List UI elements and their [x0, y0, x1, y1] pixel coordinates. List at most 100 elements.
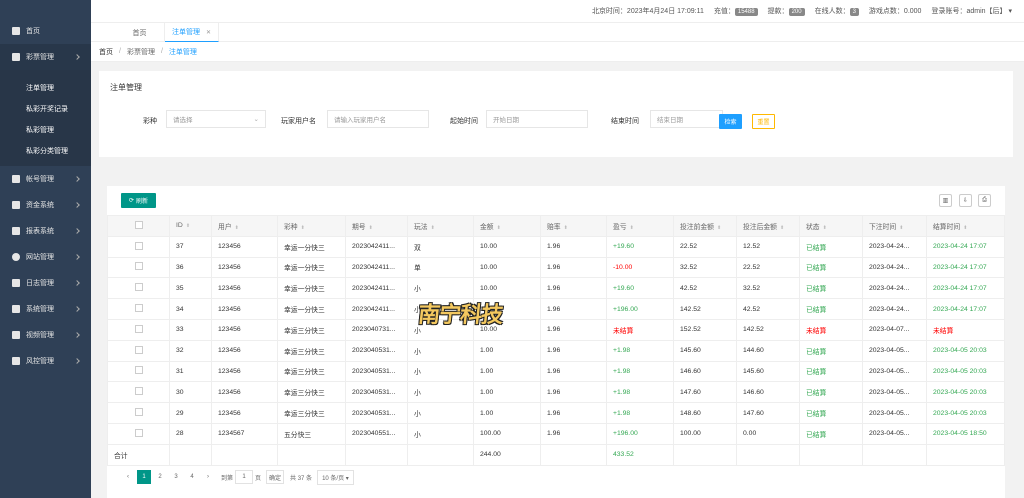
sidebar-item-label: 首页 [26, 28, 40, 35]
start-date-input[interactable]: 开始日期 [486, 110, 588, 128]
next-page-button[interactable]: › [201, 470, 215, 484]
sidebar-item-risk[interactable]: 风控管理 [0, 348, 91, 374]
col-user[interactable]: 用户 ⬍ [211, 215, 278, 237]
cell-bet-time: 2023-04-05... [862, 422, 927, 445]
tab-home[interactable]: 首页 [115, 23, 165, 42]
col-settle-time[interactable]: 结算时间 ⬍ [926, 215, 1005, 237]
page-2[interactable]: 2 [153, 470, 167, 484]
cell-amount: 1.00 [473, 360, 541, 383]
cell-bet-time: 2023-04-24... [862, 235, 927, 258]
cell-play: 双 [407, 235, 474, 258]
cell-id: 28 [169, 422, 212, 445]
pagination: ‹ 1 2 3 4 › 到第 1 页 确定 共 37 条 10 条/页 ▾ [121, 469, 354, 485]
cell-play: 小 [407, 422, 474, 445]
export-icon[interactable]: ⇩ [959, 194, 972, 207]
sort-icon: ⬍ [368, 224, 373, 231]
sort-icon: ⬍ [899, 224, 904, 231]
sidebar-item-reports[interactable]: 报表系统 [0, 218, 91, 244]
sidebar-subitem-draw-records[interactable]: 私彩开奖记录 [0, 98, 91, 119]
col-id[interactable]: ID ⬍ [169, 215, 212, 237]
cell-status: 已结算 [799, 360, 863, 383]
sidebar-item-funds[interactable]: 资金系统 [0, 192, 91, 218]
col-profit[interactable]: 盈亏 ⬍ [606, 215, 674, 237]
sidebar-item-system[interactable]: 系统管理 [0, 296, 91, 322]
end-date-input[interactable]: 结束日期 [650, 110, 723, 128]
col-bet-time[interactable]: 下注时间 ⬍ [862, 215, 927, 237]
sidebar-item-logs[interactable]: 日志管理 [0, 270, 91, 296]
goto-confirm-button[interactable]: 确定 [266, 470, 285, 484]
cell-status: 已结算 [799, 277, 863, 300]
prev-page-button[interactable]: ‹ [121, 470, 135, 484]
page-1[interactable]: 1 [137, 470, 151, 484]
page-title: 注单管理 [110, 83, 142, 92]
print-icon[interactable]: ⎙ [978, 194, 991, 207]
cell-user: 123456 [211, 256, 278, 279]
cell-status: 已结算 [799, 422, 863, 445]
cell-odds: 1.96 [540, 298, 607, 320]
cell-amount: 100.00 [473, 422, 541, 445]
row-checkbox[interactable] [134, 387, 143, 396]
cell-lottery: 幸运三分快三 [277, 402, 346, 424]
select-all-checkbox[interactable] [134, 220, 143, 229]
lottery-select[interactable]: 请选择 ⌄ [166, 110, 266, 128]
row-checkbox[interactable] [134, 304, 143, 313]
row-checkbox[interactable] [134, 241, 143, 250]
page-4[interactable]: 4 [185, 470, 199, 484]
col-before[interactable]: 投注前金额 ⬍ [673, 215, 737, 237]
cell-status: 已结算 [799, 235, 863, 258]
sidebar-subitem-lottery-admin[interactable]: 私彩管理 [0, 119, 91, 140]
recharge-stat[interactable]: 充值： 15488 [714, 6, 758, 16]
row-checkbox[interactable] [134, 262, 143, 271]
table-row: 31 123456 幸运三分快三 2023040531... 小 1.00 1.96 +1.9… [107, 360, 1005, 383]
sidebar-subitem-bets[interactable]: 注单管理 [0, 77, 91, 98]
goto-page-input[interactable]: 1 [235, 470, 254, 484]
cell-lottery: 幸运三分快三 [277, 339, 346, 362]
col-after[interactable]: 投注后金额 ⬍ [736, 215, 800, 237]
col-lottery[interactable]: 彩种 ⬍ [277, 215, 346, 237]
row-checkbox[interactable] [134, 366, 143, 375]
gear-icon [12, 253, 20, 261]
col-odds[interactable]: 赔率 ⬍ [540, 215, 607, 237]
col-play[interactable]: 玩法 ⬍ [407, 215, 474, 237]
page-size-select[interactable]: 10 条/页 ▾ [317, 469, 354, 485]
sidebar-item-home[interactable]: 首页 [0, 18, 91, 44]
cell-profit: +196.00 [606, 298, 674, 320]
cell-before: 147.60 [673, 381, 737, 404]
player-input[interactable]: 请输入玩家用户名 [327, 110, 429, 128]
cell-after: 146.60 [736, 381, 800, 404]
sidebar-item-label: 帐号管理 [26, 176, 54, 183]
breadcrumb-home[interactable]: 首页 [99, 47, 113, 57]
sidebar-item-video[interactable]: 视频管理 [0, 322, 91, 348]
online-stat[interactable]: 在线人数： 3 [815, 6, 859, 16]
row-checkbox[interactable] [134, 345, 143, 354]
account-menu[interactable]: 登录账号：admin【后】 ▾ [931, 6, 1012, 16]
cell-user: 123456 [211, 277, 278, 300]
breadcrumb-section[interactable]: 彩票管理 [127, 47, 155, 57]
table-row: 29 123456 幸运三分快三 2023040531... 小 1.00 1.96 +1.9… [107, 402, 1005, 424]
sidebar-item-lottery[interactable]: 彩票管理 [0, 44, 91, 70]
page-3[interactable]: 3 [169, 470, 183, 484]
cell-odds: 1.96 [540, 402, 607, 424]
cell-play: 小 [407, 402, 474, 424]
refresh-button[interactable]: ⟳ 刷新 [121, 193, 156, 208]
sidebar-subitem-categories[interactable]: 私彩分类管理 [0, 140, 91, 161]
columns-filter-icon[interactable]: ▥ [939, 194, 952, 207]
row-checkbox[interactable] [134, 428, 143, 437]
col-amount[interactable]: 金额 ⬍ [473, 215, 541, 237]
cell-profit: +196.00 [606, 422, 674, 445]
col-status[interactable]: 状态 ⬍ [799, 215, 863, 237]
row-checkbox[interactable] [134, 408, 143, 417]
reset-button[interactable]: 重置 [752, 114, 775, 129]
cell-amount: 10.00 [473, 256, 541, 279]
row-checkbox[interactable] [134, 283, 143, 292]
withdraw-stat[interactable]: 提款： 200 [768, 6, 805, 16]
close-icon[interactable]: ✕ [206, 29, 211, 36]
row-checkbox[interactable] [134, 324, 143, 333]
cell-status: 已结算 [799, 298, 863, 320]
sidebar-item-accounts[interactable]: 帐号管理 [0, 166, 91, 192]
cell-before: 152.52 [673, 318, 737, 341]
col-issue[interactable]: 期号 ⬍ [345, 215, 408, 237]
search-button[interactable]: 检索 [719, 114, 742, 129]
sidebar-item-site[interactable]: 网站管理 [0, 244, 91, 270]
tab-bets[interactable]: 注单管理 ✕ [165, 23, 219, 42]
